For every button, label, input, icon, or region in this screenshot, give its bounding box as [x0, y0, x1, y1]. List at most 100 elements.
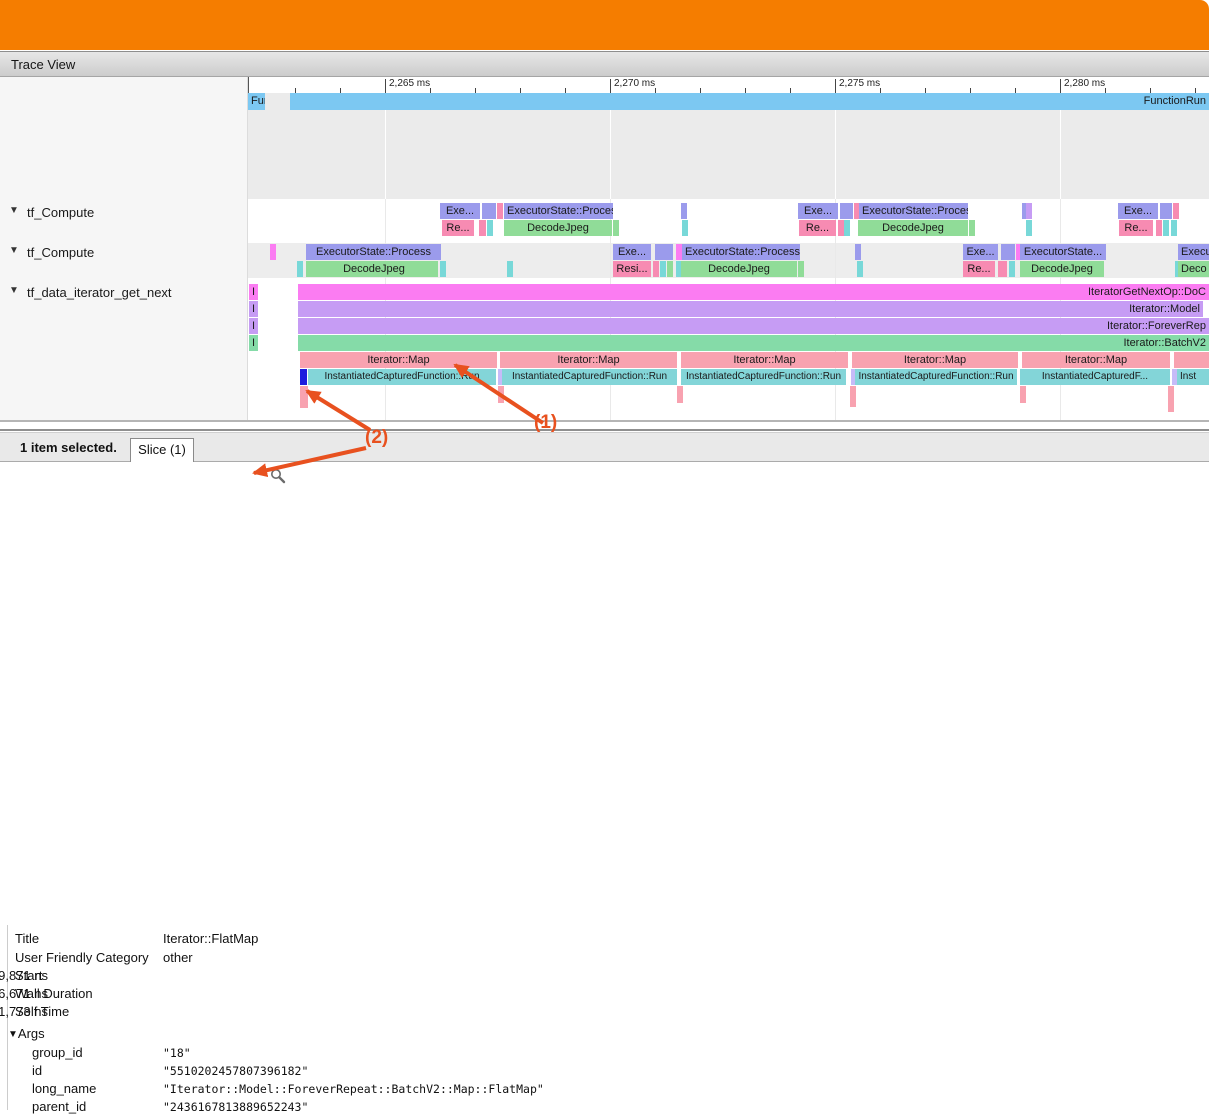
trace-slice[interactable]: Exe...	[440, 203, 480, 219]
trace-slice[interactable]	[1171, 220, 1177, 236]
trace-slice[interactable]: Exe...	[963, 244, 998, 260]
trace-slice[interactable]: Execut	[1178, 244, 1209, 260]
trace-slice[interactable]: Exe...	[613, 244, 651, 260]
timeline-canvas[interactable]: 2,265 ms2,270 ms2,275 ms2,280 msFunFunct…	[0, 0, 1209, 686]
gridline	[835, 110, 836, 199]
trace-slice[interactable]: Iterator::Map	[681, 352, 848, 368]
trace-slice[interactable]: Re...	[442, 220, 474, 236]
trace-slice[interactable]	[497, 203, 503, 219]
chevron-down-icon[interactable]: ▼	[8, 1029, 18, 1040]
trace-slice[interactable]: InstantiatedCapturedFunction::Run	[681, 369, 846, 385]
detail-row-title: Title Iterator::FlatMap	[0, 931, 700, 947]
trace-slice[interactable]	[498, 386, 504, 403]
trace-slice[interactable]	[1168, 386, 1174, 412]
trace-slice[interactable]	[297, 261, 303, 277]
trace-slice[interactable]: DecodeJpeg	[310, 261, 438, 277]
trace-slice[interactable]	[998, 261, 1007, 277]
trace-slice[interactable]	[857, 261, 863, 277]
trace-slice[interactable]	[1156, 220, 1162, 236]
trace-slice[interactable]: ExecutorState::Process	[504, 203, 613, 219]
arg-row-parent-id: parent_id "2436167813889652243"	[0, 1099, 700, 1115]
trace-slice[interactable]: ExecutorState::Process	[859, 203, 968, 219]
arg-value: "18"	[163, 1046, 191, 1060]
trace-slice[interactable]: InstantiatedCapturedFunction::Run	[502, 369, 677, 385]
trace-slice[interactable]: I	[249, 301, 258, 317]
trace-slice[interactable]	[855, 244, 861, 260]
trace-slice[interactable]	[660, 261, 666, 277]
trace-slice[interactable]: InstantiatedCapturedFunction::Run	[308, 369, 496, 385]
trace-slice[interactable]: Iterator::Model	[298, 301, 1203, 317]
trace-slice[interactable]	[677, 386, 683, 403]
ruler-label: 2,270 ms	[614, 78, 655, 89]
trace-slice[interactable]	[969, 220, 975, 236]
trace-slice[interactable]: I	[249, 335, 258, 351]
trace-slice[interactable]: Re...	[1119, 220, 1153, 236]
trace-slice[interactable]	[798, 261, 804, 277]
trace-slice[interactable]	[682, 220, 688, 236]
trace-slice[interactable]: Iterator::Map	[500, 352, 677, 368]
trace-slice[interactable]: Iterator::ForeverRep	[298, 318, 1209, 334]
trace-slice[interactable]	[270, 244, 276, 260]
trace-slice[interactable]: IteratorGetNextOp::DoC	[298, 284, 1209, 300]
field-value: Iterator::FlatMap	[163, 931, 258, 946]
arg-row-long-name: long_name "Iterator::Model::ForeverRepea…	[0, 1081, 700, 1097]
gridline	[610, 110, 611, 199]
trace-slice[interactable]: Iterator::Map	[300, 352, 497, 368]
trace-slice[interactable]: DecodeJpeg	[504, 220, 612, 236]
trace-slice[interactable]: FunctionRun	[290, 93, 1209, 110]
trace-slice[interactable]	[613, 220, 619, 236]
trace-slice[interactable]	[850, 386, 856, 407]
arg-value: "2436167813889652243"	[163, 1100, 308, 1114]
trace-slice[interactable]: DecodeJpeg	[858, 220, 968, 236]
trace-slice[interactable]	[440, 261, 446, 277]
trace-slice[interactable]	[1026, 203, 1032, 219]
trace-slice[interactable]: Exe...	[1118, 203, 1158, 219]
trace-slice[interactable]	[667, 261, 673, 277]
trace-slice[interactable]: DecodeJpeg	[1020, 261, 1104, 277]
trace-slice[interactable]: InstantiatedCapturedFunction::Run	[855, 369, 1017, 385]
arg-key: parent_id	[32, 1099, 86, 1114]
trace-slice[interactable]: I	[249, 318, 258, 334]
trace-slice-selected[interactable]	[300, 369, 307, 385]
trace-slice[interactable]	[1160, 203, 1172, 219]
trace-slice[interactable]	[482, 203, 496, 219]
trace-slice[interactable]: Exe...	[798, 203, 838, 219]
arg-key: id	[32, 1063, 42, 1078]
trace-slice[interactable]: DecodeJpeg	[681, 261, 797, 277]
trace-slice[interactable]: Re...	[963, 261, 995, 277]
args-section-header[interactable]: ▼Args	[8, 1026, 408, 1042]
trace-slice[interactable]: Deco	[1178, 261, 1209, 277]
trace-slice[interactable]	[681, 203, 687, 219]
trace-slice[interactable]: ExecutorState::Process	[306, 244, 441, 260]
trace-slice[interactable]	[1020, 386, 1026, 403]
trace-slice[interactable]: Iterator::Map	[852, 352, 1018, 368]
trace-slice[interactable]: Iterator::BatchV2	[298, 335, 1209, 351]
trace-slice[interactable]	[487, 220, 493, 236]
trace-slice[interactable]: InstantiatedCapturedF...	[1020, 369, 1170, 385]
field-value: 1,773 ns	[0, 1004, 48, 1019]
trace-slice[interactable]	[1163, 220, 1169, 236]
trace-slice[interactable]: ExecutorState::Process	[682, 244, 800, 260]
trace-slice[interactable]: Resi...	[613, 261, 651, 277]
trace-slice[interactable]	[300, 386, 308, 408]
trace-slice[interactable]	[479, 220, 486, 236]
trace-slice[interactable]: Re...	[799, 220, 836, 236]
trace-slice[interactable]	[653, 261, 659, 277]
trace-slice[interactable]	[1174, 352, 1209, 368]
trace-slice[interactable]	[1009, 261, 1015, 277]
field-label: Title	[15, 931, 39, 946]
trace-slice[interactable]: I	[249, 284, 258, 300]
trace-slice[interactable]	[1001, 244, 1015, 260]
trace-slice[interactable]: Fun	[248, 93, 265, 110]
trace-slice[interactable]	[1173, 203, 1179, 219]
trace-slice[interactable]	[844, 220, 850, 236]
trace-slice[interactable]: Inst	[1177, 369, 1209, 385]
trace-slice[interactable]: ExecutorState...	[1020, 244, 1106, 260]
trace-slice[interactable]	[655, 244, 673, 260]
arg-key: group_id	[32, 1045, 83, 1060]
trace-slice[interactable]	[1026, 220, 1032, 236]
trace-slice[interactable]	[840, 203, 853, 219]
ruler-major-tick	[835, 79, 836, 93]
trace-slice[interactable]: Iterator::Map	[1022, 352, 1170, 368]
trace-slice[interactable]	[507, 261, 513, 277]
